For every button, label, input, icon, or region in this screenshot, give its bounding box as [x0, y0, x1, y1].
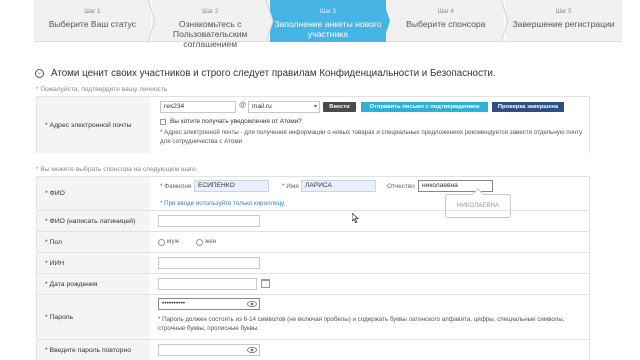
- send-confirmation-button[interactable]: Отправить письмо с подтверждением: [361, 102, 488, 112]
- step-number: Шаг 4: [437, 9, 454, 15]
- notify-label: Вы хотите получать уведомления от Атоми?: [170, 118, 302, 125]
- iin-field: [156, 253, 589, 273]
- step-separator-icon: [381, 0, 391, 42]
- notify-checkbox[interactable]: [160, 119, 166, 125]
- email-row: * Адрес электронной почты rex234 @ mail.…: [36, 96, 590, 153]
- registration-steps: Шаг 1 Выберите Ваш статус Шаг 2 Ознакомь…: [34, 0, 622, 49]
- birth-date-label: * Дата рождения: [37, 274, 150, 294]
- step-title: Ознакомьтесь с Пользовательским соглашен…: [172, 19, 248, 49]
- gender-female-radio[interactable]: [196, 239, 203, 246]
- iin-label: * ИИН: [37, 253, 150, 273]
- password-row: * Пароль •••••••••• * Пароль должен сост…: [36, 294, 590, 339]
- email-hint: * Адрес электронной почты - для получени…: [160, 129, 583, 145]
- step-title: Заполнение анкеты нового участника: [274, 19, 382, 39]
- gender-male-label: муж: [167, 238, 180, 245]
- name-label: * Имя: [282, 183, 299, 190]
- email-local-input[interactable]: rex234: [160, 101, 236, 113]
- step-number: Шаг 5: [555, 9, 572, 15]
- heading-text: Атоми ценит своих участников и строго сл…: [51, 67, 496, 79]
- section-heading: ⌄ Атоми ценит своих участников и строго …: [35, 66, 625, 80]
- gender-field: муж жен: [156, 232, 589, 252]
- fio-latin-row: * ФИО (написать латиницей): [36, 210, 590, 231]
- gender-label: * Пол: [37, 232, 150, 252]
- cyrillic-hint: * При вводе используйте только кириллицу…: [160, 200, 286, 207]
- password-repeat-input[interactable]: [158, 344, 260, 356]
- patronymic-input[interactable]: николаевна: [418, 180, 493, 192]
- fio-latin-field: [156, 211, 589, 231]
- password-repeat-field: [156, 340, 589, 360]
- patronymic-label: Отчество: [387, 183, 415, 190]
- calendar-icon[interactable]: [261, 279, 270, 288]
- fio-label: * ФИО: [37, 177, 150, 210]
- step-separator-icon: [146, 0, 156, 42]
- gender-male-radio[interactable]: [158, 239, 165, 246]
- fio-latin-input[interactable]: [158, 215, 260, 227]
- email-domain-select[interactable]: mail.ru ▾: [248, 101, 320, 113]
- birth-date-row: * Дата рождения: [36, 273, 590, 294]
- password-repeat-label: * Введите пароль повторно: [37, 340, 150, 360]
- fio-latin-label: * ФИО (написать латиницей): [37, 211, 150, 231]
- password-input[interactable]: ••••••••••: [158, 298, 260, 310]
- password-hint: * Пароль должен состоять из 6-14 символо…: [158, 316, 565, 332]
- confirm-identity-note: * Пожалуйста, подтвердите вашу личность: [36, 86, 168, 93]
- dropdown-arrow-icon: ▾: [313, 104, 317, 110]
- step-2: Шаг 2 Ознакомьтесь с Пользовательским со…: [150, 0, 274, 49]
- email-domain-value: mail.ru: [252, 103, 272, 110]
- chevron-down-icon[interactable]: ⌄: [35, 68, 44, 78]
- step-title: Завершение регистрации: [512, 19, 615, 29]
- iin-row: * ИИН: [36, 252, 590, 273]
- mouse-cursor-icon: [352, 213, 359, 223]
- step-number: Шаг 2: [202, 9, 219, 15]
- gender-female-label: жен: [205, 238, 217, 245]
- birth-date-field: [156, 274, 589, 294]
- email-label: * Адрес электронной почты: [37, 97, 150, 153]
- gender-row: * Пол муж жен: [36, 231, 590, 252]
- step-title: Выберите спонсора: [406, 19, 486, 29]
- birth-date-input[interactable]: [158, 278, 257, 290]
- at-sign: @: [239, 102, 247, 109]
- password-repeat-row: * Введите пароль повторно: [36, 339, 590, 360]
- step-5: Шаг 5 Завершение регистрации: [504, 0, 622, 42]
- password-value: ••••••••••: [162, 300, 186, 307]
- step-3-active: Шаг 3 Заполнение анкеты нового участника: [268, 0, 391, 42]
- email-field-group: rex234 @ mail.ru ▾ Ввести Отправить пись…: [156, 97, 589, 153]
- surname-label: * Фамилия: [160, 183, 192, 190]
- eye-icon[interactable]: [247, 301, 257, 307]
- verification-complete-button[interactable]: Проверка завершена: [492, 102, 564, 112]
- suggestion-text: НИКОЛАЕВНА: [456, 202, 500, 209]
- step-separator-icon: [499, 0, 509, 42]
- password-label: * Пароль: [37, 295, 150, 339]
- step-number: Шаг 3: [319, 9, 336, 15]
- iin-input[interactable]: [158, 257, 260, 269]
- step-separator-icon: [263, 0, 274, 42]
- eye-icon[interactable]: [247, 347, 257, 353]
- password-field-group: •••••••••• * Пароль должен состоять из 6…: [156, 295, 589, 339]
- step-number: Шаг 1: [84, 9, 101, 15]
- choose-sponsor-note: * Вы можете выбрать спонсора на следующе…: [36, 166, 198, 173]
- fio-field-group: * Фамилия ЕСИПЕНКО * Имя ЛАРИСА Отчество…: [156, 177, 589, 210]
- name-input[interactable]: ЛАРИСА: [301, 180, 376, 192]
- step-title: Выберите Ваш статус: [48, 19, 136, 29]
- step-4: Шаг 4 Выберите спонсора: [386, 0, 509, 42]
- enter-button[interactable]: Ввести: [323, 102, 356, 112]
- surname-input[interactable]: ЕСИПЕНКО: [194, 180, 269, 192]
- step-1: Шаг 1 Выберите Ваш статус: [34, 0, 156, 42]
